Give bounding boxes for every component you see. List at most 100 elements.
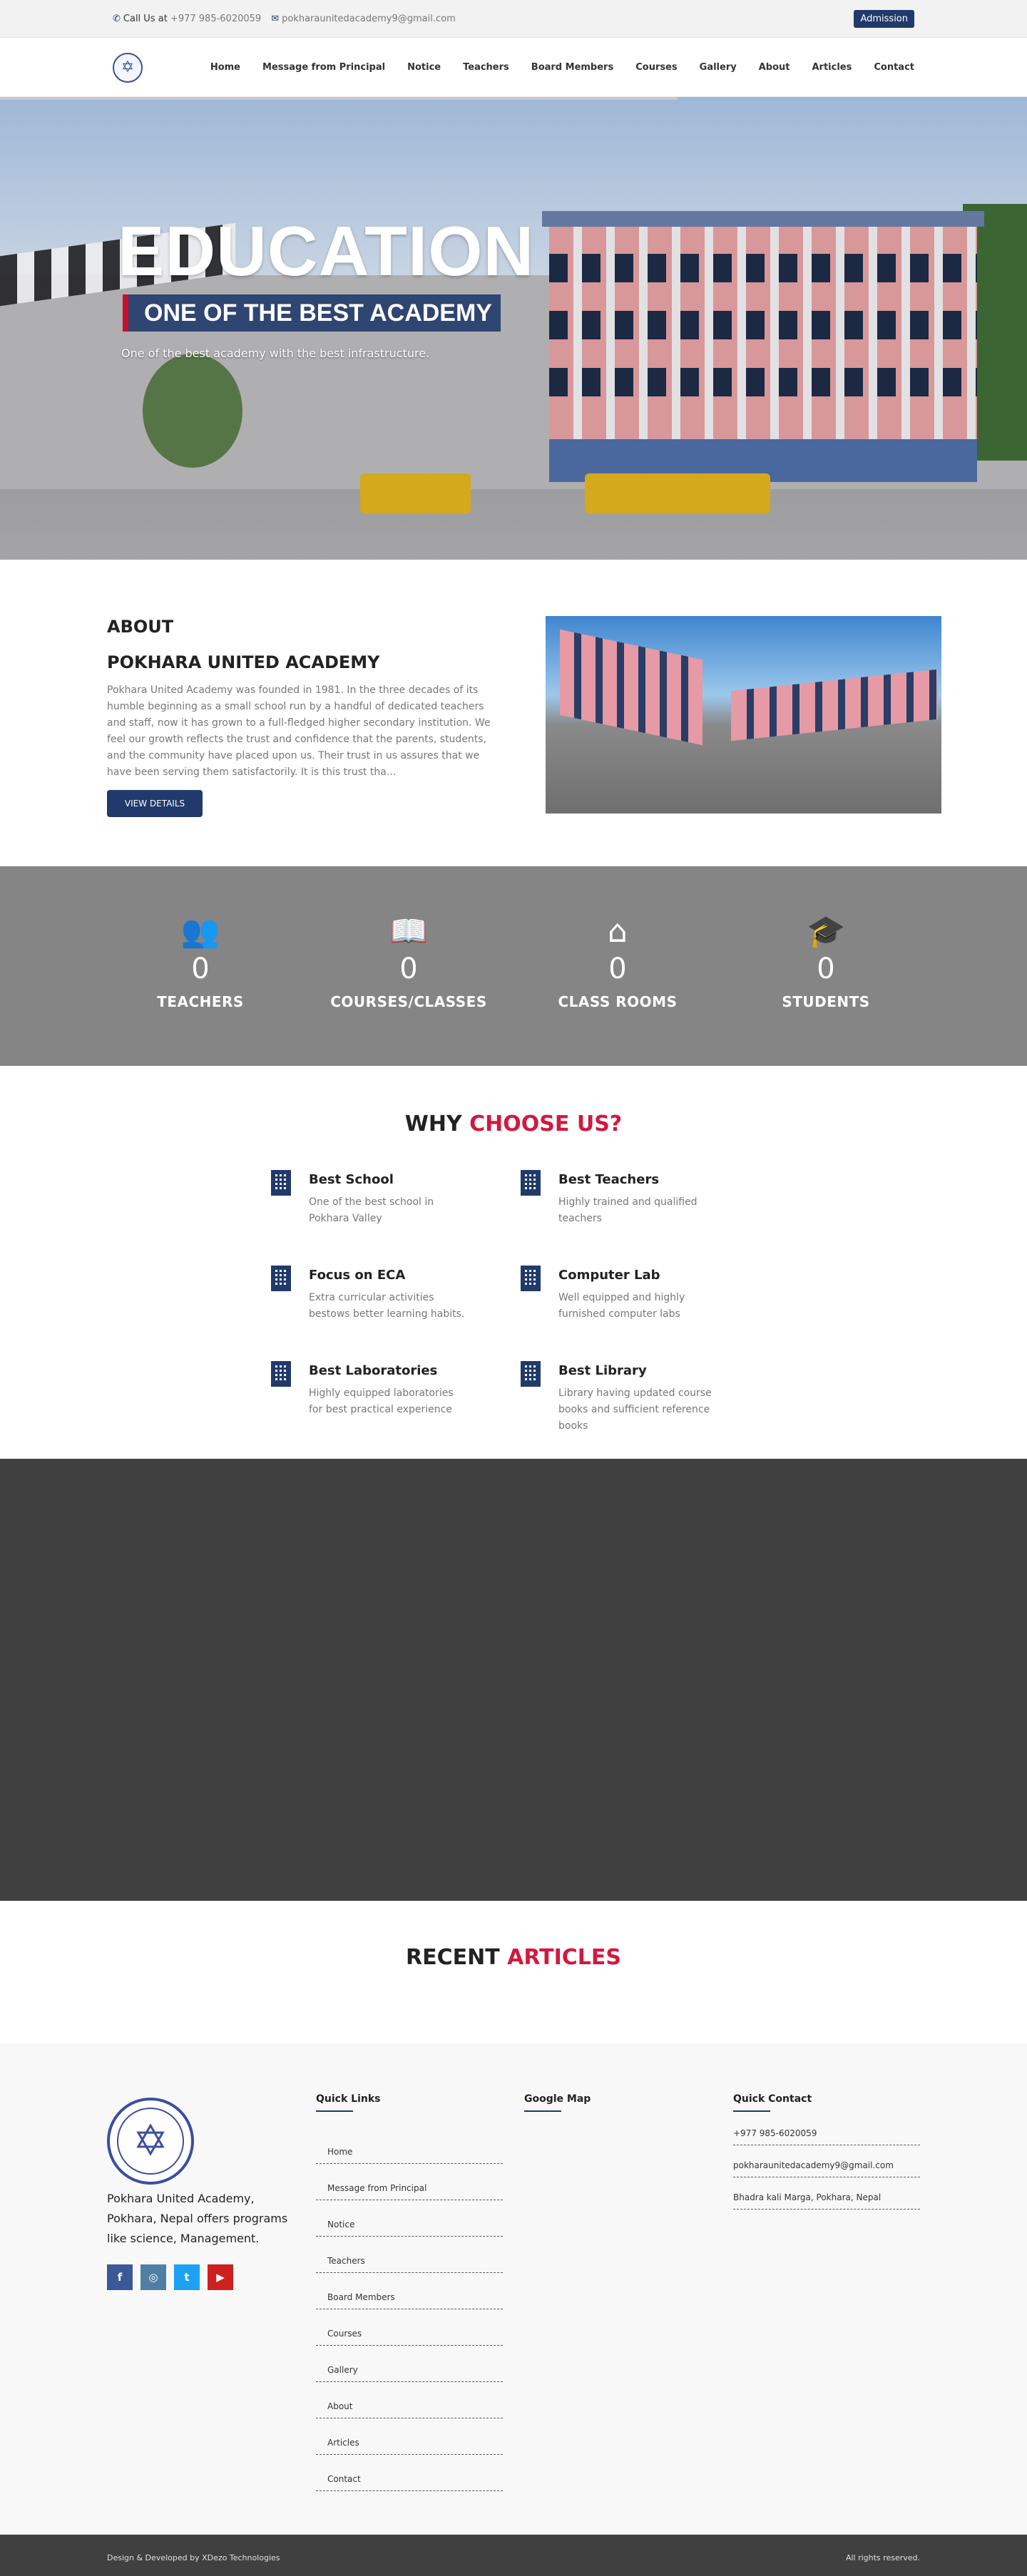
call-label: Call Us at <box>123 14 168 24</box>
stat-label: COURSES/CLASSES <box>330 993 487 1010</box>
map-column: Google Map <box>524 2093 711 2112</box>
footer-link-gallery[interactable]: Gallery <box>316 2346 503 2382</box>
admission-button[interactable]: Admission <box>854 10 914 28</box>
stat-label: STUDENTS <box>782 993 870 1010</box>
building-icon <box>521 1266 541 1291</box>
contact-email[interactable]: pokharaunitedacademy9@gmail.com <box>733 2145 920 2177</box>
twitter-icon[interactable]: t <box>174 2264 200 2290</box>
footer-link-board-members[interactable]: Board Members <box>316 2273 503 2309</box>
nav-about[interactable]: About <box>759 62 790 73</box>
top-bar: ✆ Call Us at +977 985-6020059 ✉ pokharauni… <box>0 0 1027 38</box>
school-logo[interactable]: ✡ <box>113 52 143 83</box>
main-navbar: ✡ Home Message from Principal Notice Tea… <box>0 38 1027 97</box>
email-link[interactable]: ✉ pokharaunitedacademy9@gmail.com <box>271 14 456 24</box>
feature-title: Computer Lab <box>558 1268 660 1283</box>
quick-contact-title: Quick Contact <box>733 2093 812 2105</box>
youtube-icon[interactable]: ▶ <box>208 2264 233 2290</box>
bottom-bar: Design & Developed by XDezo Technologies… <box>0 2535 1027 2576</box>
phone-icon: ✆ <box>113 14 121 24</box>
nav-board-members[interactable]: Board Members <box>531 62 613 73</box>
instagram-icon[interactable]: ◎ <box>140 2264 166 2290</box>
why-title: WHY CHOOSE US? <box>0 1112 1027 1136</box>
nav-courses[interactable]: Courses <box>635 62 677 73</box>
feature-desc: Highly equipped laboratories for best pr… <box>309 1387 454 1415</box>
stat-value: 0 <box>399 953 418 985</box>
footer-link-contact[interactable]: Contact <box>316 2455 503 2491</box>
stat-courses: 📖 0 COURSES/CLASSES <box>323 915 494 1011</box>
feature-title: Best Laboratories <box>309 1363 438 1378</box>
feature-desc: Extra curricular activities bestows bett… <box>309 1292 465 1320</box>
nav-gallery[interactable]: Gallery <box>700 62 737 73</box>
about-body: Pokhara United Academy was founded in 19… <box>107 684 491 778</box>
developer-credit[interactable]: Design & Developed by XDezo Technologies <box>107 2553 280 2562</box>
title-underline <box>733 2110 770 2112</box>
footer-link-about[interactable]: About <box>316 2382 503 2418</box>
quick-links-column: Quick Links Home Message from Principal … <box>316 2093 503 2491</box>
stat-classrooms: ⌂ 0 CLASS ROOMS <box>532 915 703 1011</box>
quick-contact-column: Quick Contact +977 985-6020059 pokharaun… <box>733 2093 920 2210</box>
phone-link[interactable]: ✆ Call Us at +977 985-6020059 <box>113 14 261 24</box>
feature-title: Focus on ECA <box>309 1268 406 1283</box>
facebook-icon[interactable]: f <box>107 2264 133 2290</box>
quick-links-list: Home Message from Principal Notice Teach… <box>316 2128 503 2491</box>
phone-number: +977 985-6020059 <box>170 14 262 24</box>
quick-contact-list: +977 985-6020059 pokharaunitedacademy9@g… <box>733 2128 920 2210</box>
hero-title: EDUCATION <box>118 212 535 290</box>
hero-ribbon-text: ONE OF THE BEST ACADEMY <box>144 299 492 327</box>
footer-link-home[interactable]: Home <box>316 2128 503 2164</box>
about-heading: ABOUT <box>107 617 174 637</box>
nav-contact[interactable]: Contact <box>874 62 914 73</box>
contact-address: Bhadra kali Marga, Pokhara, Nepal <box>733 2177 920 2210</box>
feature-title: Best School <box>309 1172 394 1187</box>
graduation-cap-icon: 🎓 <box>806 913 846 950</box>
about-photo <box>546 616 941 814</box>
footer-link-articles[interactable]: Articles <box>316 2418 503 2455</box>
why-title-plain: WHY <box>404 1112 462 1136</box>
photo-building <box>560 629 702 746</box>
feature-title: Best Teachers <box>558 1172 660 1187</box>
hero-tagline: One of the best academy with the best in… <box>121 347 430 360</box>
dark-banner <box>0 1459 1027 1901</box>
copyright-text: All rights reserved. <box>845 2553 920 2562</box>
contact-phone[interactable]: +977 985-6020059 <box>733 2128 920 2145</box>
why-title-accent: CHOOSE US? <box>469 1112 623 1136</box>
nav-message-from-principal[interactable]: Message from Principal <box>262 62 385 73</box>
footer-link-message-from-principal[interactable]: Message from Principal <box>316 2164 503 2200</box>
why-choose-us-section: WHY CHOOSE US? Best School One of the be… <box>0 1066 1027 1459</box>
footer-link-notice[interactable]: Notice <box>316 2200 503 2237</box>
top-contacts: ✆ Call Us at +977 985-6020059 ✉ pokharauni… <box>113 14 456 24</box>
view-details-button[interactable]: VIEW DETAILS <box>107 790 203 817</box>
nav-teachers[interactable]: Teachers <box>463 62 509 73</box>
building-icon <box>521 1361 541 1387</box>
title-underline <box>524 2110 561 2112</box>
map-title: Google Map <box>524 2093 591 2105</box>
footer-logo[interactable]: ✡ <box>107 2098 194 2185</box>
stats-section: 👥 0 TEACHERS 📖 0 COURSES/CLASSES ⌂ 0 CLA… <box>0 866 1027 1066</box>
stat-teachers: 👥 0 TEACHERS <box>115 913 286 1011</box>
nav-notice[interactable]: Notice <box>407 62 441 73</box>
building-icon <box>271 1170 291 1196</box>
articles-title: RECENT ARTICLES <box>0 1945 1027 1970</box>
stat-students: 🎓 0 STUDENTS <box>740 913 911 1011</box>
building-icon <box>271 1266 291 1291</box>
footer-link-courses[interactable]: Courses <box>316 2309 503 2346</box>
hero-ribbon: ONE OF THE BEST ACADEMY <box>123 294 501 332</box>
building-icon <box>521 1170 541 1196</box>
footer: ✡ Pokhara United Academy, Pokhara, Nepal… <box>0 2043 1027 2535</box>
about-subheading: POKHARA UNITED ACADEMY <box>107 652 380 672</box>
users-icon: 👥 <box>180 913 220 950</box>
feature-desc: One of the best school in Pokhara Valley <box>309 1196 434 1224</box>
nav-home[interactable]: Home <box>210 62 240 73</box>
quick-links-title: Quick Links <box>316 2093 381 2105</box>
main-menu: Home Message from Principal Notice Teach… <box>210 62 914 73</box>
feature-desc: Well equipped and highly furnished compu… <box>558 1292 685 1320</box>
building-icon <box>271 1361 291 1387</box>
social-links: f ◎ t ▶ <box>107 2264 233 2290</box>
footer-link-teachers[interactable]: Teachers <box>316 2237 503 2273</box>
envelope-icon: ✉ <box>271 14 280 24</box>
stat-label: TEACHERS <box>157 993 244 1010</box>
feature-desc: Library having updated course books and … <box>558 1387 712 1432</box>
nav-articles[interactable]: Articles <box>812 62 852 73</box>
stat-value: 0 <box>191 953 210 985</box>
about-section: ABOUT POKHARA UNITED ACADEMY Pokhara Uni… <box>0 560 1027 866</box>
